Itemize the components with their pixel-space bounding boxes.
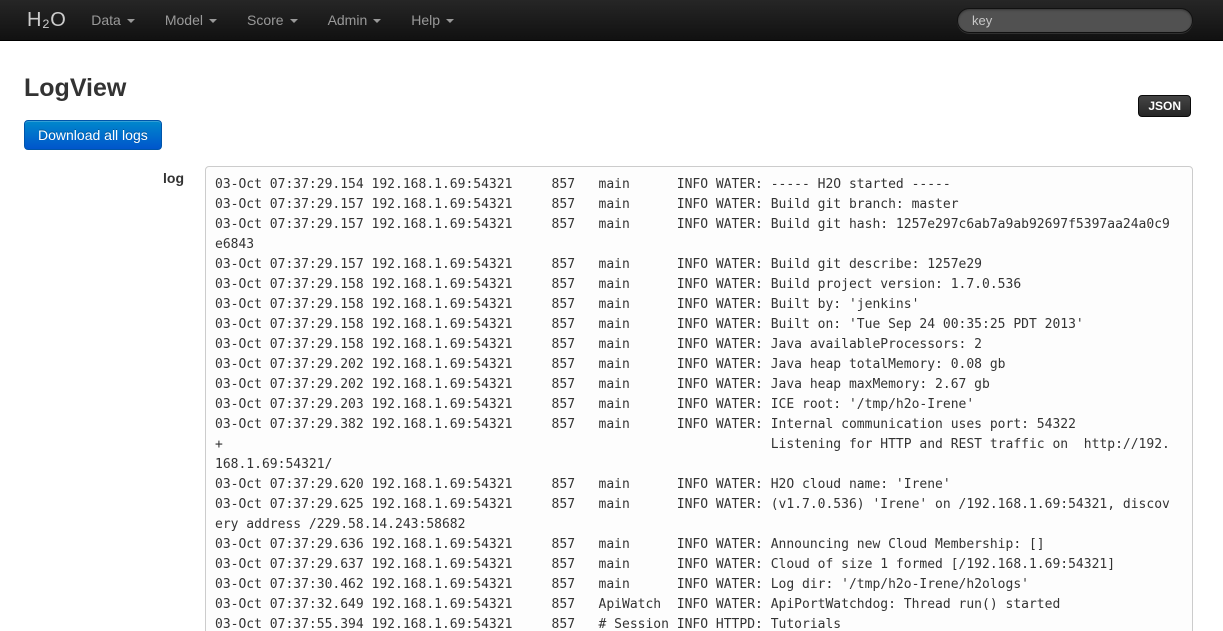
chevron-down-icon — [446, 19, 454, 23]
log-field-label: log — [24, 166, 184, 186]
log-pre: 03-Oct 07:37:29.154 192.168.1.69:54321 8… — [205, 166, 1193, 631]
chevron-down-icon — [209, 19, 217, 23]
menu-model[interactable]: Model — [150, 0, 232, 40]
menu-admin-label: Admin — [328, 12, 368, 28]
h2o-brand-logo[interactable]: H₂O — [0, 9, 76, 32]
menu-data-label: Data — [91, 12, 121, 28]
page-title: LogView — [24, 74, 1193, 102]
chevron-down-icon — [290, 19, 298, 23]
menu-help-label: Help — [411, 12, 440, 28]
chevron-down-icon — [127, 19, 135, 23]
key-search-input[interactable] — [957, 8, 1193, 33]
menu-model-label: Model — [165, 12, 203, 28]
json-view-button[interactable]: JSON — [1138, 95, 1191, 117]
log-section: log 03-Oct 07:37:29.154 192.168.1.69:543… — [24, 166, 1193, 631]
menu-admin[interactable]: Admin — [313, 0, 397, 40]
menu-data[interactable]: Data — [76, 0, 150, 40]
navbar-search-form — [957, 8, 1193, 33]
menu-help[interactable]: Help — [396, 0, 469, 40]
main-menu: Data Model Score Admin Help — [76, 0, 469, 40]
log-field-value: 03-Oct 07:37:29.154 192.168.1.69:54321 8… — [205, 166, 1193, 631]
top-navbar: H₂O Data Model Score Admin Help — [0, 0, 1223, 41]
menu-score-label: Score — [247, 12, 284, 28]
chevron-down-icon — [373, 19, 381, 23]
download-all-logs-button[interactable]: Download all logs — [24, 120, 162, 150]
main-content: JSON LogView Download all logs log 03-Oc… — [0, 74, 1223, 631]
menu-score[interactable]: Score — [232, 0, 313, 40]
